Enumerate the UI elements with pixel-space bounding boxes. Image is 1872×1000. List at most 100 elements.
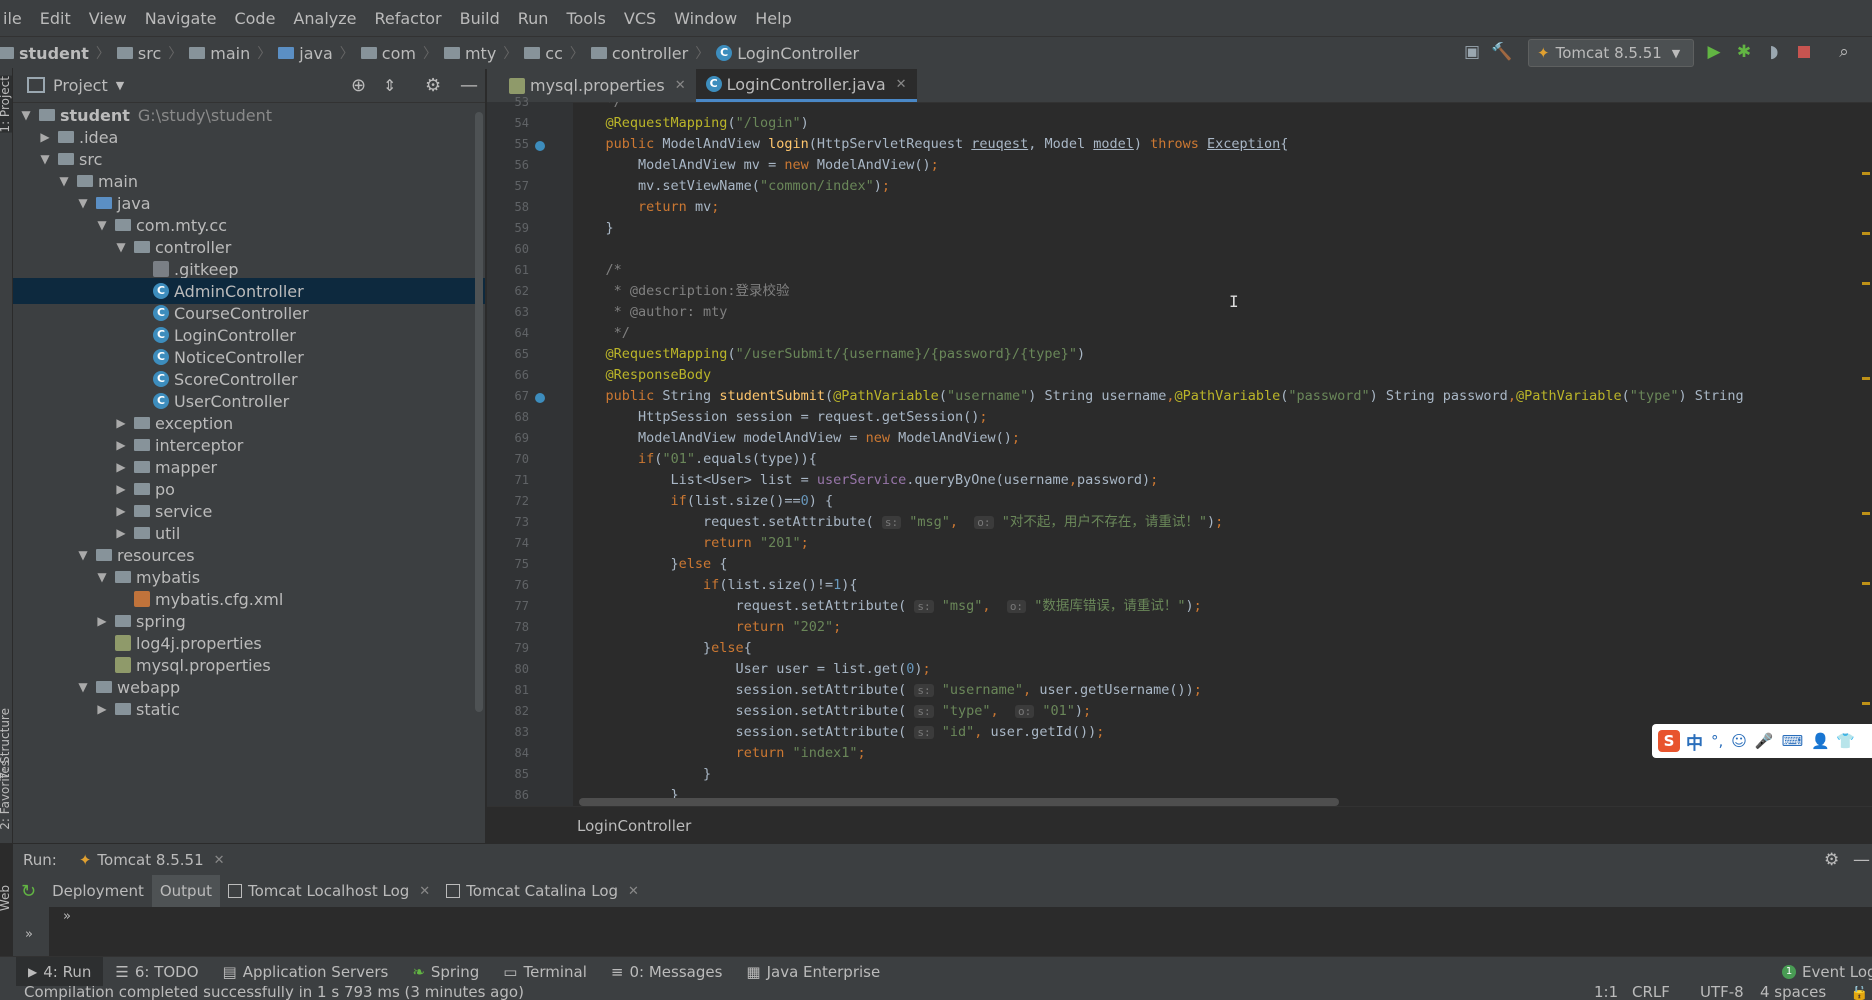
- expand-arrow-icon[interactable]: ▼: [76, 196, 90, 210]
- menu-item-view[interactable]: View: [80, 9, 136, 28]
- tool-spring[interactable]: ❧ Spring: [400, 963, 491, 981]
- menu-item-refactor[interactable]: Refactor: [365, 9, 450, 28]
- keyboard-icon[interactable]: ⌨: [1782, 732, 1804, 750]
- menu-item-build[interactable]: Build: [451, 9, 509, 28]
- stop-icon[interactable]: [1792, 40, 1816, 64]
- debug-icon[interactable]: ✱: [1732, 40, 1756, 64]
- punctuation-icon[interactable]: °,: [1711, 732, 1723, 750]
- collapse-icon[interactable]: ⇕: [383, 76, 396, 95]
- expand-arrow-icon[interactable]: ▼: [114, 240, 128, 254]
- caret-position[interactable]: 1:1: [1594, 986, 1618, 1000]
- expand-arrow-icon[interactable]: ▼: [95, 570, 109, 584]
- project-view-title[interactable]: Project: [53, 76, 108, 95]
- run-icon[interactable]: ▶: [1702, 40, 1726, 64]
- microphone-icon[interactable]: 🎤: [1755, 732, 1774, 750]
- line-separator[interactable]: CRLF: [1632, 986, 1670, 1000]
- search-icon[interactable]: ⌕: [1832, 40, 1856, 64]
- close-icon[interactable]: ✕: [419, 884, 430, 899]
- tool-application-servers[interactable]: ▤ Application Servers: [211, 963, 401, 981]
- locate-icon[interactable]: ⊕: [351, 75, 366, 96]
- menu-item-run[interactable]: Run: [509, 9, 558, 28]
- chevron-down-icon[interactable]: ▼: [116, 79, 124, 92]
- tool-event-log[interactable]: 1 Event Log: [1770, 963, 1872, 981]
- close-icon[interactable]: ✕: [675, 78, 686, 93]
- breadcrumb-item-logincontroller[interactable]: C LoginController: [716, 44, 859, 63]
- shirt-icon[interactable]: 👕: [1836, 732, 1855, 750]
- tool-java-enterprise[interactable]: ▦ Java Enterprise: [734, 963, 892, 981]
- expand-arrow-icon[interactable]: ▼: [57, 174, 71, 188]
- file-encoding[interactable]: UTF-8: [1700, 986, 1744, 1000]
- collapse-arrow-icon[interactable]: ▶: [114, 438, 128, 452]
- build-hammer-icon[interactable]: 🔨: [1490, 40, 1514, 64]
- run-config-dropdown[interactable]: ✦ Tomcat 8.5.51 ▼: [1528, 39, 1694, 67]
- collapse-arrow-icon[interactable]: ▶: [114, 482, 128, 496]
- code-area[interactable]: */ @RequestMapping("/login") public Mode…: [573, 102, 1872, 806]
- side-tab-favorites[interactable]: 2: Favorites: [0, 760, 12, 830]
- rerun-icon[interactable]: ↻: [21, 881, 36, 902]
- menu-item-ile[interactable]: ile: [0, 9, 31, 28]
- footer-crumb[interactable]: LoginController: [577, 817, 691, 835]
- sogou-logo-icon[interactable]: S: [1658, 730, 1680, 752]
- menu-item-window[interactable]: Window: [665, 9, 746, 28]
- warning-marker[interactable]: [1862, 582, 1870, 585]
- tool-todo[interactable]: ☰ 6: TODO: [103, 963, 210, 981]
- project-structure-icon[interactable]: ▣: [1460, 40, 1484, 64]
- horizontal-scrollbar[interactable]: [579, 798, 1339, 806]
- breadcrumb-item-main[interactable]: main 〉: [189, 43, 278, 63]
- tab-deployment[interactable]: Deployment: [44, 875, 152, 907]
- collapse-arrow-icon[interactable]: ▶: [95, 702, 109, 716]
- hide-icon[interactable]: —: [1853, 850, 1870, 870]
- menu-item-navigate[interactable]: Navigate: [136, 9, 226, 28]
- menu-item-analyze[interactable]: Analyze: [284, 9, 365, 28]
- menu-item-edit[interactable]: Edit: [31, 9, 80, 28]
- breadcrumb-item-com[interactable]: com 〉: [360, 43, 444, 63]
- warning-marker[interactable]: [1862, 377, 1870, 380]
- expand-arrow-icon[interactable]: ▼: [95, 218, 109, 232]
- expand-icon[interactable]: »: [63, 909, 71, 924]
- mapping-gutter-icon[interactable]: [535, 141, 545, 151]
- project-scrollbar[interactable]: [475, 112, 483, 712]
- expand-arrow-icon[interactable]: ▼: [76, 680, 90, 694]
- collapse-arrow-icon[interactable]: ▶: [95, 614, 109, 628]
- close-icon[interactable]: ✕: [896, 77, 907, 92]
- ime-mode-label[interactable]: 中: [1686, 729, 1703, 754]
- side-tab-project[interactable]: 1: Project: [0, 76, 12, 133]
- collapse-arrow-icon[interactable]: ▶: [38, 130, 52, 144]
- emoji-icon[interactable]: ☺: [1731, 732, 1747, 750]
- collapse-arrow-icon[interactable]: ▶: [114, 526, 128, 540]
- user-icon[interactable]: 👤: [1811, 732, 1830, 750]
- breadcrumb-item-java[interactable]: java 〉: [278, 43, 361, 63]
- tool-messages[interactable]: ≡ 0: Messages: [599, 963, 735, 981]
- breadcrumb-item-controller[interactable]: controller 〉: [590, 43, 716, 63]
- status-message[interactable]: Compilation completed successfully in 1 …: [24, 986, 524, 1000]
- tab-tomcat-catalina-log[interactable]: Tomcat Catalina Log ✕: [438, 875, 647, 907]
- breadcrumb-item-src[interactable]: src 〉: [116, 43, 189, 63]
- menu-item-help[interactable]: Help: [746, 9, 800, 28]
- expand-arrow-icon[interactable]: ▼: [76, 548, 90, 562]
- side-tab-web[interactable]: Web: [0, 885, 12, 911]
- expand-arrow-icon[interactable]: ▼: [38, 152, 52, 166]
- tab-tomcat-localhost-log[interactable]: Tomcat Localhost Log ✕: [220, 875, 438, 907]
- menu-item-vcs[interactable]: VCS: [615, 9, 665, 28]
- breadcrumb-item-cc[interactable]: cc 〉: [524, 43, 591, 63]
- warning-marker[interactable]: [1862, 282, 1870, 285]
- menu-item-tools[interactable]: Tools: [557, 9, 614, 28]
- mapping-gutter-icon[interactable]: [535, 393, 545, 403]
- collapse-arrow-icon[interactable]: ▶: [114, 504, 128, 518]
- tool-run[interactable]: ▶ 4: Run: [16, 957, 104, 987]
- tab-output[interactable]: Output: [151, 875, 220, 907]
- indent-setting[interactable]: 4 spaces: [1760, 986, 1826, 1000]
- expand-arrow-icon[interactable]: ▼: [19, 108, 33, 122]
- menu-item-code[interactable]: Code: [225, 9, 284, 28]
- warning-marker[interactable]: [1862, 512, 1870, 515]
- warning-marker[interactable]: [1862, 702, 1870, 705]
- breadcrumb-item-student[interactable]: student 〉: [0, 43, 117, 63]
- warning-marker[interactable]: [1862, 172, 1870, 175]
- gear-icon[interactable]: ⚙: [1824, 850, 1839, 870]
- gear-icon[interactable]: ⚙: [425, 75, 441, 96]
- breadcrumb-item-mty[interactable]: mty 〉: [443, 43, 524, 63]
- run-session-tab[interactable]: ✦ Tomcat 8.5.51 ✕: [79, 851, 225, 869]
- expand-icon[interactable]: »: [25, 927, 33, 942]
- close-icon[interactable]: ✕: [214, 853, 225, 868]
- close-icon[interactable]: ✕: [628, 884, 639, 899]
